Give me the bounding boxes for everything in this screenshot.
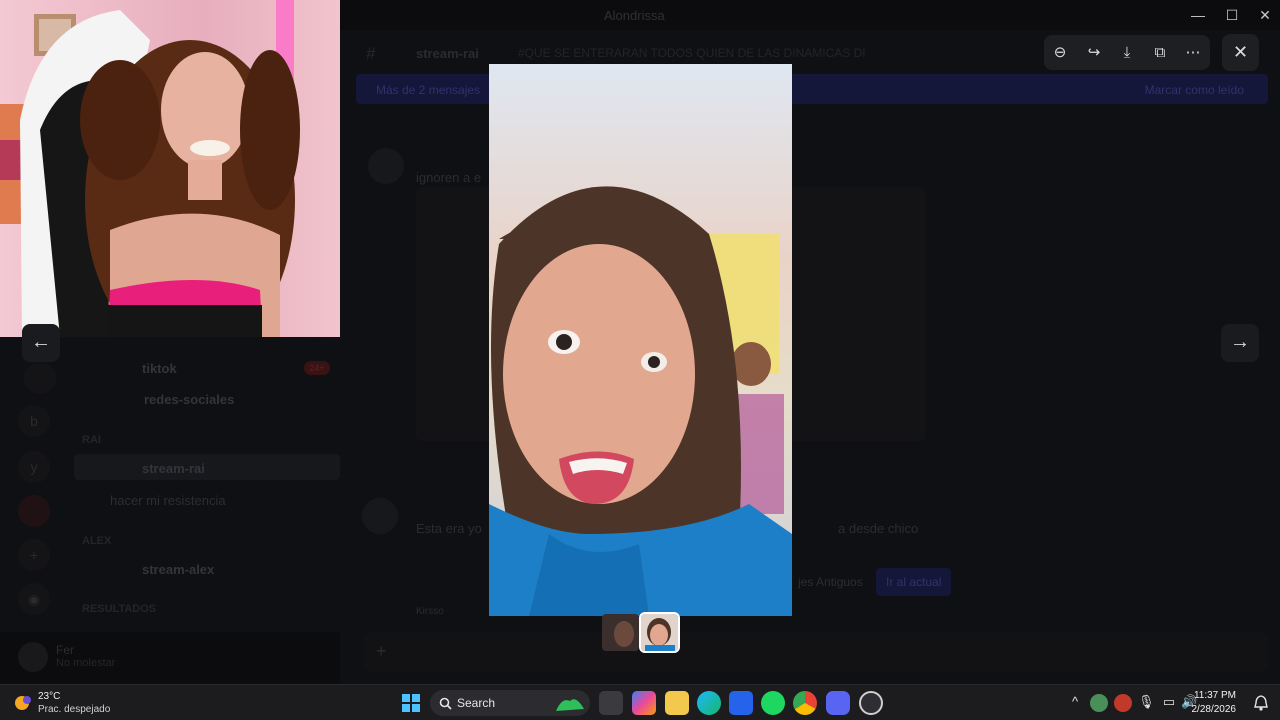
server-icon[interactable] (24, 362, 56, 394)
channel-name: stream-rai (416, 46, 479, 61)
older-messages-chip[interactable]: jes Antiguos (788, 568, 873, 596)
typing-indicator: Kirsso (416, 606, 444, 617)
message-text-tail: a desde chico (838, 521, 919, 536)
thumbnail-picture (641, 614, 678, 651)
taskbar: 23°C Prac. despejado Search ^ 🎙 ▭ 🔊 11:3… (0, 684, 1280, 720)
window-title: Alondrissa (604, 8, 665, 23)
user-status: No molestar (56, 657, 116, 669)
discord-window: Alondrissa — ☐ ✕ # stream-rai #QUE SE EN… (0, 0, 1280, 684)
microphone-icon[interactable]: 🎙 (1138, 694, 1155, 710)
user-name: Fer (56, 643, 74, 657)
hash-icon: # (366, 44, 376, 63)
webcam-overlay (0, 0, 340, 337)
task-view-icon[interactable] (599, 691, 623, 715)
attach-icon[interactable]: + (376, 642, 394, 660)
next-media-button[interactable]: → (1221, 324, 1259, 362)
server-icon[interactable]: y (18, 451, 50, 483)
tray-overflow-icon[interactable]: ^ (1067, 694, 1083, 709)
copilot-icon[interactable] (632, 691, 656, 715)
thread-item[interactable]: hacer mi resistencia (110, 493, 226, 508)
more-options-icon[interactable]: ⋯ (1183, 43, 1203, 63)
thumbnail-picture (602, 614, 639, 651)
window-close-button[interactable]: ✕ (1255, 6, 1275, 24)
avatar[interactable] (368, 148, 404, 184)
download-icon[interactable]: ⤓ (1117, 43, 1137, 63)
thumbnail-selected[interactable] (639, 612, 680, 653)
chrome-icon[interactable] (793, 691, 817, 715)
user-panel: Fer No molestar (0, 632, 340, 684)
app-tray-icon[interactable] (1114, 694, 1132, 712)
new-messages-text: Más de 2 mensajes (376, 83, 481, 97)
mark-read-button[interactable]: Marcar como leído (1145, 83, 1244, 97)
sync-icon[interactable] (1090, 694, 1108, 712)
media-viewer-toolbar: ⊖ ↪ ⤓ ⧉ ⋯ (1044, 35, 1210, 70)
media-image[interactable] (489, 64, 792, 616)
notification-bell-icon[interactable] (1254, 695, 1268, 711)
start-button[interactable] (402, 694, 420, 712)
server-icon[interactable]: b (18, 405, 50, 437)
unread-badge: 24+ (304, 361, 330, 375)
media-thumbnail-strip (602, 612, 680, 653)
weather-temperature[interactable]: 23°C (38, 691, 60, 702)
viewer-close-button[interactable]: ✕ (1222, 34, 1259, 71)
channel-topic: #QUE SE ENTERARAN TODOS QUIEN DE LAS DIN… (518, 46, 866, 60)
search-highlight-icon (556, 699, 584, 711)
channel-item-stream-rai[interactable]: stream-rai (142, 461, 205, 476)
thumbnail[interactable] (602, 614, 639, 651)
obs-icon[interactable] (859, 691, 883, 715)
file-explorer-icon[interactable] (665, 691, 689, 715)
category-resultados[interactable]: RESULTADOS (82, 603, 156, 615)
jump-present-button[interactable]: Ir al actual (876, 568, 952, 596)
channel-item-stream-alex[interactable]: stream-alex (142, 562, 214, 577)
channel-active-highlight (74, 454, 340, 480)
clock-time[interactable]: 11:37 PM (1194, 690, 1236, 701)
server-icon[interactable] (18, 495, 50, 527)
media-picture (489, 64, 792, 616)
search-label: Search (457, 696, 496, 710)
search-icon (439, 697, 452, 710)
edge-icon[interactable] (697, 691, 721, 715)
open-external-icon[interactable]: ⧉ (1150, 43, 1170, 63)
forward-icon[interactable]: ↪ (1084, 43, 1104, 63)
clock-date[interactable]: 2/28/2026 (1192, 704, 1237, 715)
search-box[interactable]: Search (430, 690, 590, 716)
message-text: Esta era yo (416, 521, 482, 536)
maximize-button[interactable]: ☐ (1222, 6, 1242, 24)
category-rai[interactable]: RAI (82, 434, 101, 446)
spotify-icon[interactable] (761, 691, 785, 715)
webcam-picture (0, 0, 340, 337)
channel-item-tiktok[interactable]: tiktok (142, 361, 177, 376)
discover-icon[interactable]: ◉ (18, 583, 50, 615)
message-text: ignoren a e (416, 170, 482, 185)
avatar[interactable] (362, 498, 398, 534)
zoom-out-icon[interactable]: ⊖ (1050, 43, 1070, 63)
weather-icon[interactable] (14, 693, 34, 713)
category-alex[interactable]: ALEX (82, 535, 111, 547)
channel-item-redes[interactable]: redes-sociales (144, 392, 234, 407)
add-server-icon[interactable]: + (18, 539, 50, 571)
discord-icon[interactable] (826, 691, 850, 715)
previous-media-button[interactable]: ← (22, 324, 60, 362)
minimize-button[interactable]: — (1188, 6, 1208, 24)
avatar[interactable] (18, 642, 48, 672)
weather-condition[interactable]: Prac. despejado (38, 704, 110, 715)
network-icon[interactable]: ▭ (1161, 694, 1177, 710)
message-composer[interactable]: + (364, 632, 1268, 672)
store-icon[interactable] (729, 691, 753, 715)
